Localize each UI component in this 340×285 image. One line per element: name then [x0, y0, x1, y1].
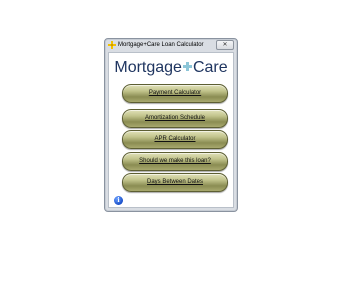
- brand-right-text: Care: [192, 59, 228, 76]
- apr-calculator-button[interactable]: APR Calculator: [122, 130, 228, 149]
- app-window: Mortgage+Care Loan Calculator ✕ Mortgage…: [104, 38, 238, 212]
- days-between-dates-button[interactable]: Days Between Dates: [122, 173, 228, 192]
- close-icon: ✕: [222, 42, 228, 48]
- amortization-schedule-button[interactable]: Amortization Schedule: [122, 109, 228, 128]
- brand-left-text: Mortgage: [114, 59, 182, 76]
- brand-logo: Mortgage Care: [109, 59, 233, 77]
- loan-decision-button[interactable]: Should we make this loan?: [122, 152, 228, 171]
- window-title: Mortgage+Care Loan Calculator: [118, 42, 204, 48]
- plus-cross-icon: [108, 41, 116, 49]
- info-icon[interactable]: i: [114, 196, 123, 205]
- close-button[interactable]: ✕: [216, 40, 234, 50]
- brand-plus-icon: [182, 62, 192, 71]
- title-bar[interactable]: Mortgage+Care Loan Calculator ✕: [105, 39, 237, 51]
- payment-calculator-button[interactable]: Payment Calculator: [122, 84, 228, 103]
- client-area: Mortgage Care Payment Calculator Amortiza…: [108, 52, 234, 208]
